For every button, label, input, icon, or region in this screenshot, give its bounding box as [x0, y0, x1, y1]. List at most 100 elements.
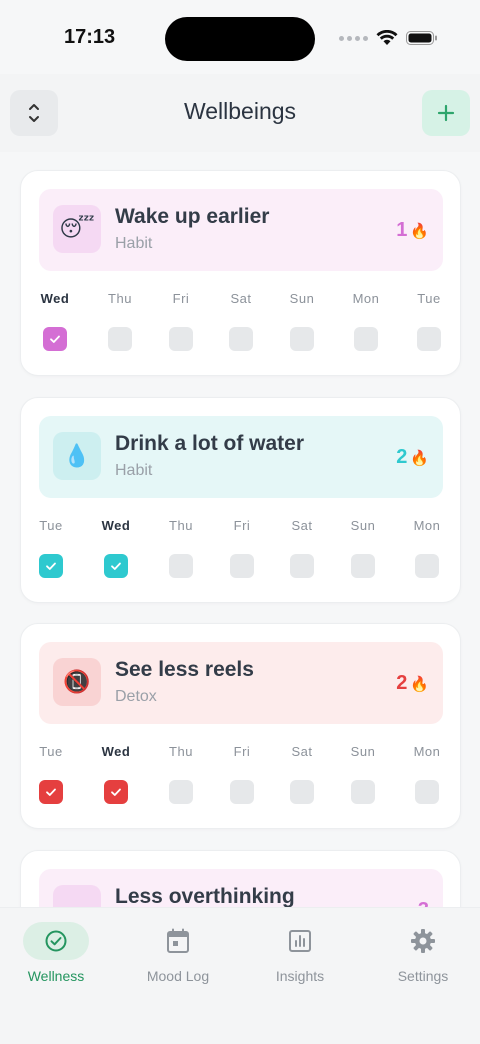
tab-label: Mood Log: [146, 968, 210, 984]
habit-title: Less overthinking: [115, 885, 295, 908]
habit-card[interactable]: 📵 See less reels Detox 2 🔥 Tue Wed Thu F…: [20, 623, 461, 829]
day-label: Fri: [233, 518, 251, 533]
day-checkbox[interactable]: [169, 327, 193, 351]
day-column: Mon: [397, 744, 457, 804]
day-label: Tue: [39, 518, 63, 533]
day-column: Sun: [333, 744, 393, 804]
habit-card[interactable]: 💧 Drink a lot of water Habit 2 🔥 Tue Wed…: [20, 397, 461, 603]
status-icons: [339, 30, 438, 46]
tab-insights[interactable]: Insights: [245, 922, 355, 984]
day-label: Sat: [291, 744, 313, 759]
plus-icon: [437, 104, 455, 122]
day-column: Fri: [212, 744, 272, 804]
status-time: 17:13: [64, 26, 116, 48]
day-checkbox[interactable]: [230, 780, 254, 804]
day-label: Thu: [169, 518, 193, 533]
day-checkbox[interactable]: [354, 327, 378, 351]
checkmark-icon: [46, 788, 56, 796]
checkmark-icon: [46, 562, 56, 570]
day-column: Sat: [272, 744, 332, 804]
day-checkbox[interactable]: [230, 554, 254, 578]
day-checkbox-checked[interactable]: [104, 554, 128, 578]
tab-label: Wellness: [27, 968, 85, 984]
app-header: Wellbeings: [0, 74, 480, 152]
day-column: Wed: [86, 518, 146, 578]
day-column: Wed: [25, 291, 85, 351]
day-label: Wed: [101, 518, 131, 533]
tab-icon-container: [390, 922, 456, 960]
habit-title: See less reels: [115, 658, 254, 681]
habit-header[interactable]: 😴 Wake up earlier Habit 1 🔥: [39, 189, 443, 271]
day-checkbox[interactable]: [415, 780, 439, 804]
day-column: Sat: [272, 518, 332, 578]
day-column: Mon: [336, 291, 396, 351]
day-label: Sat: [230, 291, 252, 306]
day-label: Mon: [413, 744, 441, 759]
day-checkbox-checked[interactable]: [39, 780, 63, 804]
day-label: Thu: [108, 291, 132, 306]
day-column: Mon: [397, 518, 457, 578]
day-label: Thu: [169, 744, 193, 759]
tab-icon-container: [145, 922, 211, 960]
day-column: Sun: [272, 291, 332, 351]
day-checkbox[interactable]: [108, 327, 132, 351]
habit-type: Habit: [115, 462, 153, 479]
habit-card[interactable]: 😴 Wake up earlier Habit 1 🔥 Wed Thu Fri …: [20, 170, 461, 376]
day-checkbox[interactable]: [290, 554, 314, 578]
day-checkbox-checked[interactable]: [39, 554, 63, 578]
day-checkbox[interactable]: [415, 554, 439, 578]
streak-count: 1 🔥: [396, 219, 429, 242]
checkmark-icon: [111, 788, 121, 796]
wifi-icon: [376, 30, 398, 45]
page-title: Wellbeings: [183, 98, 297, 124]
habit-header[interactable]: 💧 Drink a lot of water Habit 2 🔥: [39, 416, 443, 498]
day-column: Sun: [333, 518, 393, 578]
sleep-emoji-icon: 😴: [53, 205, 101, 253]
day-label: Tue: [39, 744, 63, 759]
checkmark-icon: [111, 562, 121, 570]
status-bar: 17:13: [0, 0, 480, 74]
day-checkbox-checked[interactable]: [104, 780, 128, 804]
streak-count: 2 🔥: [396, 446, 429, 469]
tab-settings[interactable]: Settings: [368, 922, 478, 984]
day-checkbox-checked[interactable]: [43, 327, 67, 351]
day-label: Mon: [413, 518, 441, 533]
day-label: Fri: [233, 744, 251, 759]
streak-value: 2: [396, 446, 408, 468]
day-label: Fri: [172, 291, 190, 306]
day-tracker: Tue Wed Thu Fri Sat Sun Mon: [21, 518, 460, 588]
add-habit-button[interactable]: [422, 90, 470, 136]
tab-bar: Wellness Mood Log Insights Settings: [0, 907, 480, 1044]
tab-label: Settings: [397, 968, 449, 984]
day-checkbox[interactable]: [229, 327, 253, 351]
dynamic-island: [165, 17, 315, 61]
day-column: Fri: [151, 291, 211, 351]
streak-value: 1: [396, 219, 408, 241]
chart-icon: [289, 930, 311, 952]
habit-header[interactable]: 📵 See less reels Detox 2 🔥: [39, 642, 443, 724]
day-label: Wed: [40, 291, 70, 306]
day-label: Sun: [350, 744, 376, 759]
flame-icon: 🔥: [410, 449, 429, 467]
streak-count: 2 🔥: [396, 672, 429, 695]
day-tracker: Wed Thu Fri Sat Sun Mon Tue: [21, 291, 460, 361]
day-checkbox[interactable]: [169, 554, 193, 578]
day-tracker: Tue Wed Thu Fri Sat Sun Mon: [21, 744, 460, 814]
day-column: Thu: [151, 518, 211, 578]
day-column: Fri: [212, 518, 272, 578]
day-checkbox[interactable]: [169, 780, 193, 804]
day-checkbox[interactable]: [417, 327, 441, 351]
day-checkbox[interactable]: [290, 327, 314, 351]
day-checkbox[interactable]: [351, 554, 375, 578]
streak-value: 2: [396, 672, 408, 694]
signal-icon: [339, 35, 368, 41]
tab-mood-log[interactable]: Mood Log: [123, 922, 233, 984]
no-phone-icon: 📵: [53, 658, 101, 706]
tab-wellness[interactable]: Wellness: [1, 922, 111, 984]
check-circle-icon: [45, 930, 67, 952]
day-checkbox[interactable]: [351, 780, 375, 804]
day-column: Tue: [399, 291, 459, 351]
day-column: Thu: [90, 291, 150, 351]
day-checkbox[interactable]: [290, 780, 314, 804]
day-column: Wed: [86, 744, 146, 804]
